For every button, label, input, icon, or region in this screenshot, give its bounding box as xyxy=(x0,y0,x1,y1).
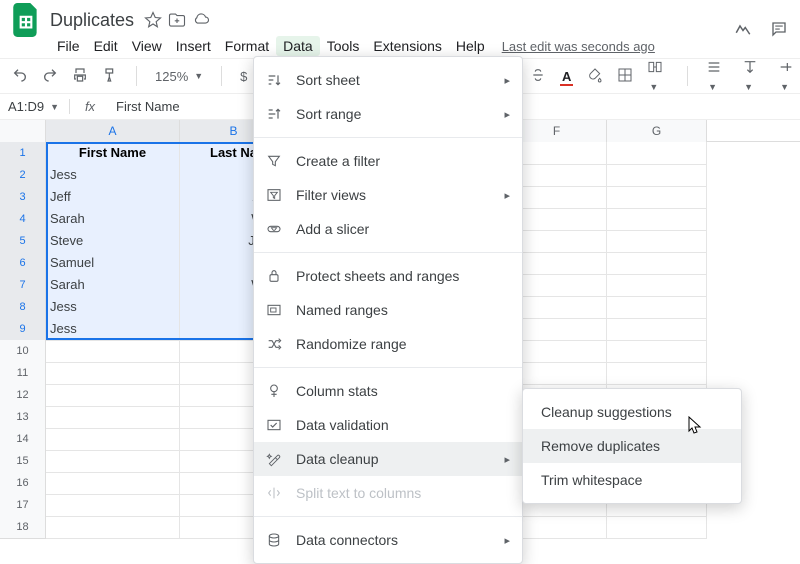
menu-help[interactable]: Help xyxy=(449,36,492,56)
chevron-right-icon: ▸ xyxy=(504,534,510,547)
cell[interactable]: Sarah xyxy=(46,274,180,297)
row-header[interactable]: 13 xyxy=(0,406,46,429)
fx-label: fx xyxy=(70,99,110,114)
menu-data-cleanup[interactable]: Data cleanup▸ xyxy=(254,442,522,476)
cell[interactable]: Jess xyxy=(46,296,180,319)
borders-icon[interactable] xyxy=(617,67,633,86)
menu-data-connectors[interactable]: Data connectors▸ xyxy=(254,523,522,557)
cell[interactable] xyxy=(607,142,707,165)
row-header[interactable]: 7 xyxy=(0,274,46,297)
submenu-remove-duplicates[interactable]: Remove duplicates xyxy=(523,429,741,463)
chevron-right-icon: ▸ xyxy=(504,453,510,466)
fill-color-icon[interactable] xyxy=(587,67,603,86)
chevron-right-icon: ▸ xyxy=(504,74,510,87)
row-header[interactable]: 4 xyxy=(0,208,46,231)
data-cleanup-submenu: Cleanup suggestions Remove duplicates Tr… xyxy=(522,388,742,504)
valign-icon[interactable]: ▼ xyxy=(742,59,764,93)
cell[interactable]: Jess xyxy=(46,164,180,187)
row-header[interactable]: 10 xyxy=(0,340,46,363)
paint-format-icon[interactable] xyxy=(102,67,118,86)
currency-format[interactable]: $ xyxy=(240,69,247,84)
menu-edit[interactable]: Edit xyxy=(87,36,125,56)
menu-randomize[interactable]: Randomize range xyxy=(254,327,522,361)
menu-sort-sheet[interactable]: Sort sheet▸ xyxy=(254,63,522,97)
cloud-icon[interactable] xyxy=(190,9,212,31)
doc-title[interactable]: Duplicates xyxy=(50,10,134,31)
menu-view[interactable]: View xyxy=(125,36,169,56)
menu-extensions[interactable]: Extensions xyxy=(366,36,448,56)
row-header[interactable]: 17 xyxy=(0,494,46,517)
menu-split-text: Split text to columns xyxy=(254,476,522,510)
menu-insert[interactable]: Insert xyxy=(169,36,218,56)
cell[interactable]: First Name xyxy=(46,142,180,165)
row-header[interactable]: 12 xyxy=(0,384,46,407)
strikethrough-icon[interactable] xyxy=(530,67,546,86)
name-box[interactable]: A1:D9▼ xyxy=(0,99,70,114)
menu-tools[interactable]: Tools xyxy=(320,36,367,56)
row-header[interactable]: 2 xyxy=(0,164,46,187)
menu-create-filter[interactable]: Create a filter xyxy=(254,144,522,178)
halign-icon[interactable]: ▼ xyxy=(706,59,728,93)
row-header[interactable]: 5 xyxy=(0,230,46,253)
formula-bar[interactable]: First Name xyxy=(110,99,180,114)
data-menu-popup: Sort sheet▸ Sort range▸ Create a filter … xyxy=(253,56,523,564)
print-icon[interactable] xyxy=(72,67,88,86)
cell[interactable]: Jess xyxy=(46,318,180,341)
zoom-value: 125% xyxy=(155,69,188,84)
cell[interactable]: Jeff xyxy=(46,186,180,209)
row-header[interactable]: 3 xyxy=(0,186,46,209)
sheets-logo[interactable] xyxy=(12,2,40,38)
text-color-icon[interactable]: A xyxy=(560,69,573,84)
cursor-icon xyxy=(688,416,702,434)
row-header[interactable]: 8 xyxy=(0,296,46,319)
row-header[interactable]: 16 xyxy=(0,472,46,495)
menu-add-slicer[interactable]: Add a slicer xyxy=(254,212,522,246)
cell[interactable]: Sarah xyxy=(46,208,180,231)
menubar: File Edit View Insert Format Data Tools … xyxy=(0,34,800,58)
merge-icon[interactable]: ▼ xyxy=(647,59,669,93)
redo-icon[interactable] xyxy=(42,67,58,86)
cell[interactable]: Samuel xyxy=(46,252,180,275)
select-all-corner[interactable] xyxy=(0,120,46,142)
menu-protect[interactable]: Protect sheets and ranges xyxy=(254,259,522,293)
undo-icon[interactable] xyxy=(12,67,28,86)
menu-data-validation[interactable]: Data validation xyxy=(254,408,522,442)
row-header[interactable]: 1 xyxy=(0,142,46,165)
row-header[interactable]: 15 xyxy=(0,450,46,473)
star-icon[interactable] xyxy=(142,9,164,31)
col-header-A[interactable]: A xyxy=(46,120,180,142)
zoom-select[interactable]: 125%▼ xyxy=(155,69,203,84)
row-header[interactable]: 14 xyxy=(0,428,46,451)
menu-named-ranges[interactable]: Named ranges xyxy=(254,293,522,327)
chevron-right-icon: ▸ xyxy=(504,108,510,121)
menu-sort-range[interactable]: Sort range▸ xyxy=(254,97,522,131)
last-edit-link[interactable]: Last edit was seconds ago xyxy=(502,39,655,54)
row-header[interactable]: 11 xyxy=(0,362,46,385)
move-icon[interactable] xyxy=(166,9,188,31)
menu-column-stats[interactable]: Column stats xyxy=(254,374,522,408)
chevron-right-icon: ▸ xyxy=(504,189,510,202)
comments-icon[interactable] xyxy=(770,20,788,41)
submenu-trim-whitespace[interactable]: Trim whitespace xyxy=(523,463,741,497)
submenu-cleanup-suggestions[interactable]: Cleanup suggestions xyxy=(523,395,741,429)
row-header[interactable]: 9 xyxy=(0,318,46,341)
row-header[interactable]: 6 xyxy=(0,252,46,275)
wrap-icon[interactable]: ▼ xyxy=(778,59,800,93)
activity-icon[interactable] xyxy=(734,20,752,41)
menu-data[interactable]: Data xyxy=(276,36,320,56)
cell[interactable]: Steve xyxy=(46,230,180,253)
menu-format[interactable]: Format xyxy=(218,36,276,56)
col-header-G[interactable]: G xyxy=(607,120,707,142)
menu-filter-views[interactable]: Filter views▸ xyxy=(254,178,522,212)
row-header[interactable]: 18 xyxy=(0,516,46,539)
menu-file[interactable]: File xyxy=(50,36,87,56)
